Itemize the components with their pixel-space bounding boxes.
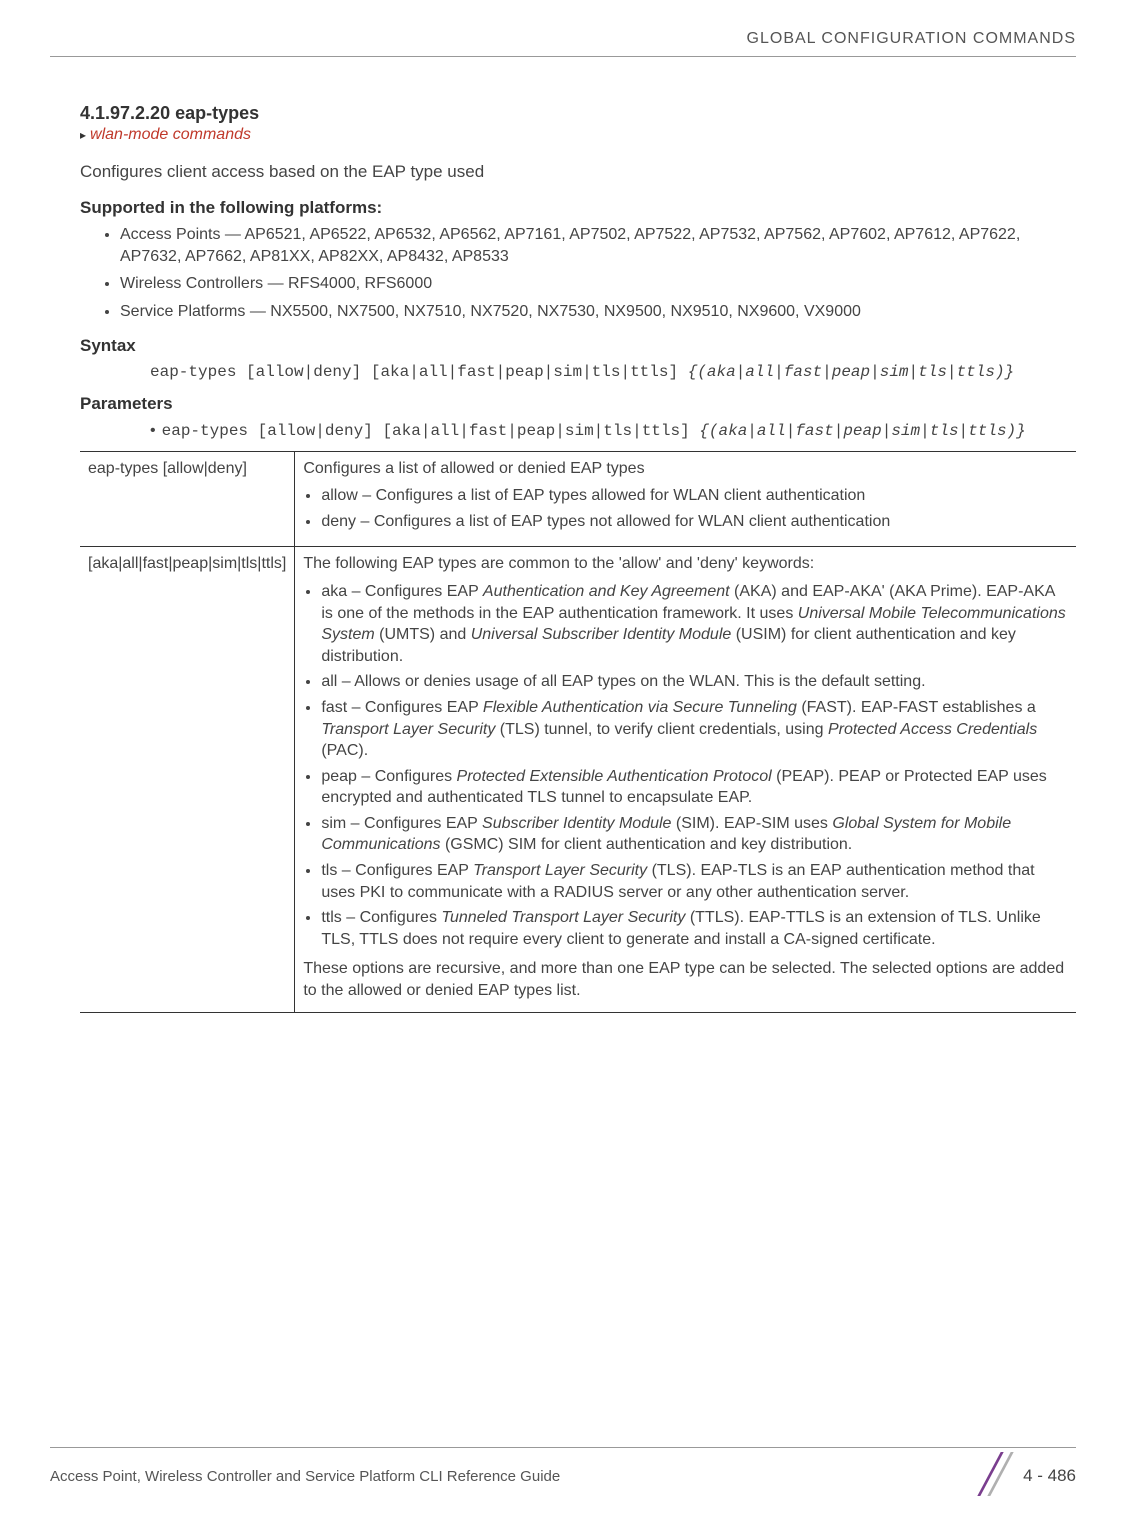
brand-slash-icon	[981, 1456, 1011, 1496]
param-name-cell: [aka|all|fast|peap|sim|tls|ttls]	[80, 547, 295, 1012]
syntax-ital: {(aka|all|fast|peap|sim|tls|ttls)}	[688, 363, 1014, 381]
parameters-code: •eap-types [allow|deny] [aka|all|fast|pe…	[150, 420, 1076, 443]
syntax-code: eap-types [allow|deny] [aka|all|fast|pea…	[150, 362, 1076, 384]
supported-heading: Supported in the following platforms:	[80, 198, 1076, 218]
param-desc-cell: Configures a list of allowed or denied E…	[295, 451, 1076, 547]
parameters-table: eap-types [allow|deny] Configures a list…	[80, 451, 1076, 1013]
param-bullets: aka – Configures EAP Authentication and …	[303, 581, 1068, 951]
param-desc: Configures a list of allowed or denied E…	[303, 458, 1068, 480]
parameters-ital: {(aka|all|fast|peap|sim|tls|ttls)}	[699, 422, 1025, 440]
param-desc: The following EAP types are common to th…	[303, 553, 1068, 575]
supported-list: Access Points — AP6521, AP6522, AP6532, …	[120, 224, 1076, 322]
page-footer: Access Point, Wireless Controller and Se…	[50, 1447, 1076, 1496]
param-bullet: fast – Configures EAP Flexible Authentic…	[321, 697, 1068, 762]
param-bullet: aka – Configures EAP Authentication and …	[321, 581, 1068, 667]
param-name-cell: eap-types [allow|deny]	[80, 451, 295, 547]
table-row: eap-types [allow|deny] Configures a list…	[80, 451, 1076, 547]
param-bullet: deny – Configures a list of EAP types no…	[321, 511, 1068, 533]
section-intro: Configures client access based on the EA…	[80, 162, 1076, 182]
param-bullet: sim – Configures EAP Subscriber Identity…	[321, 813, 1068, 856]
param-bullets: allow – Configures a list of EAP types a…	[303, 485, 1068, 532]
footer-left: Access Point, Wireless Controller and Se…	[50, 1468, 560, 1485]
supported-item: Service Platforms — NX5500, NX7500, NX75…	[120, 301, 1076, 323]
param-bullet: peap – Configures Protected Extensible A…	[321, 766, 1068, 809]
param-bullet: ttls – Configures Tunneled Transport Lay…	[321, 907, 1068, 950]
param-bullet: tls – Configures EAP Transport Layer Sec…	[321, 860, 1068, 903]
param-bullet: all – Allows or denies usage of all EAP …	[321, 671, 1068, 693]
section-number: 4.1.97.2.20 eap-types	[80, 103, 1076, 124]
parameters-heading: Parameters	[80, 394, 1076, 414]
supported-item: Wireless Controllers — RFS4000, RFS6000	[120, 273, 1076, 295]
table-row: [aka|all|fast|peap|sim|tls|ttls] The fol…	[80, 547, 1076, 1012]
param-desc-cell: The following EAP types are common to th…	[295, 547, 1076, 1012]
supported-item: Access Points — AP6521, AP6522, AP6532, …	[120, 224, 1076, 267]
syntax-heading: Syntax	[80, 336, 1076, 356]
page-header: GLOBAL CONFIGURATION COMMANDS	[80, 30, 1076, 53]
breadcrumb-link[interactable]: wlan-mode commands	[80, 126, 1076, 144]
syntax-plain: eap-types [allow|deny] [aka|all|fast|pea…	[150, 363, 688, 381]
parameters-plain: eap-types [allow|deny] [aka|all|fast|pea…	[162, 422, 700, 440]
param-footer: These options are recursive, and more th…	[303, 958, 1068, 1001]
param-bullet: allow – Configures a list of EAP types a…	[321, 485, 1068, 507]
page-number: 4 - 486	[1023, 1466, 1076, 1486]
